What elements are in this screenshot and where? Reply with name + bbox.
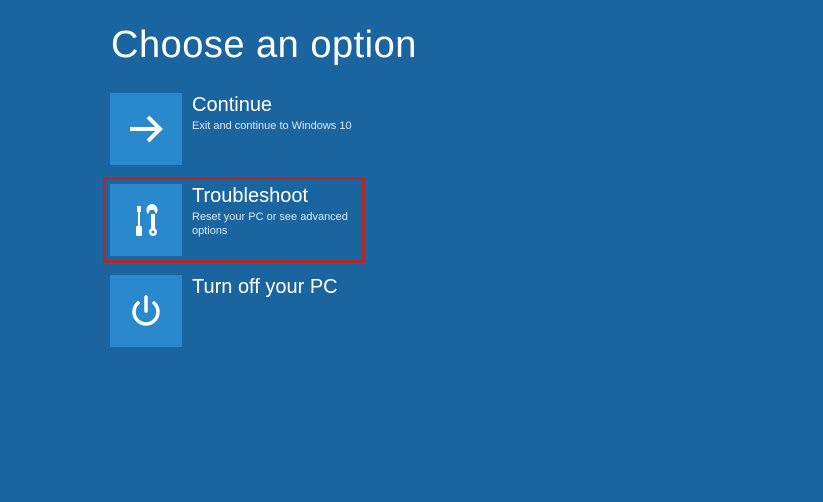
- option-continue-title: Continue: [192, 93, 352, 117]
- troubleshoot-tile: [110, 184, 182, 256]
- turnoff-tile: [110, 275, 182, 347]
- option-continue[interactable]: Continue Exit and continue to Windows 10: [106, 89, 368, 169]
- tools-icon: [124, 198, 168, 242]
- option-continue-desc: Exit and continue to Windows 10: [192, 119, 352, 133]
- options-list: Continue Exit and continue to Windows 10: [0, 89, 823, 351]
- power-icon: [124, 289, 168, 333]
- option-turnoff[interactable]: Turn off your PC: [106, 271, 368, 351]
- continue-tile: [110, 93, 182, 165]
- option-turnoff-text: Turn off your PC: [182, 275, 338, 301]
- option-continue-text: Continue Exit and continue to Windows 10: [182, 93, 352, 133]
- option-troubleshoot-title: Troubleshoot: [192, 184, 358, 208]
- option-troubleshoot-text: Troubleshoot Reset your PC or see advanc…: [182, 184, 358, 239]
- option-troubleshoot-desc: Reset your PC or see advanced options: [192, 210, 358, 239]
- option-troubleshoot[interactable]: Troubleshoot Reset your PC or see advanc…: [103, 177, 365, 263]
- page-title: Choose an option: [0, 0, 823, 89]
- arrow-right-icon: [124, 107, 168, 151]
- option-turnoff-title: Turn off your PC: [192, 275, 338, 299]
